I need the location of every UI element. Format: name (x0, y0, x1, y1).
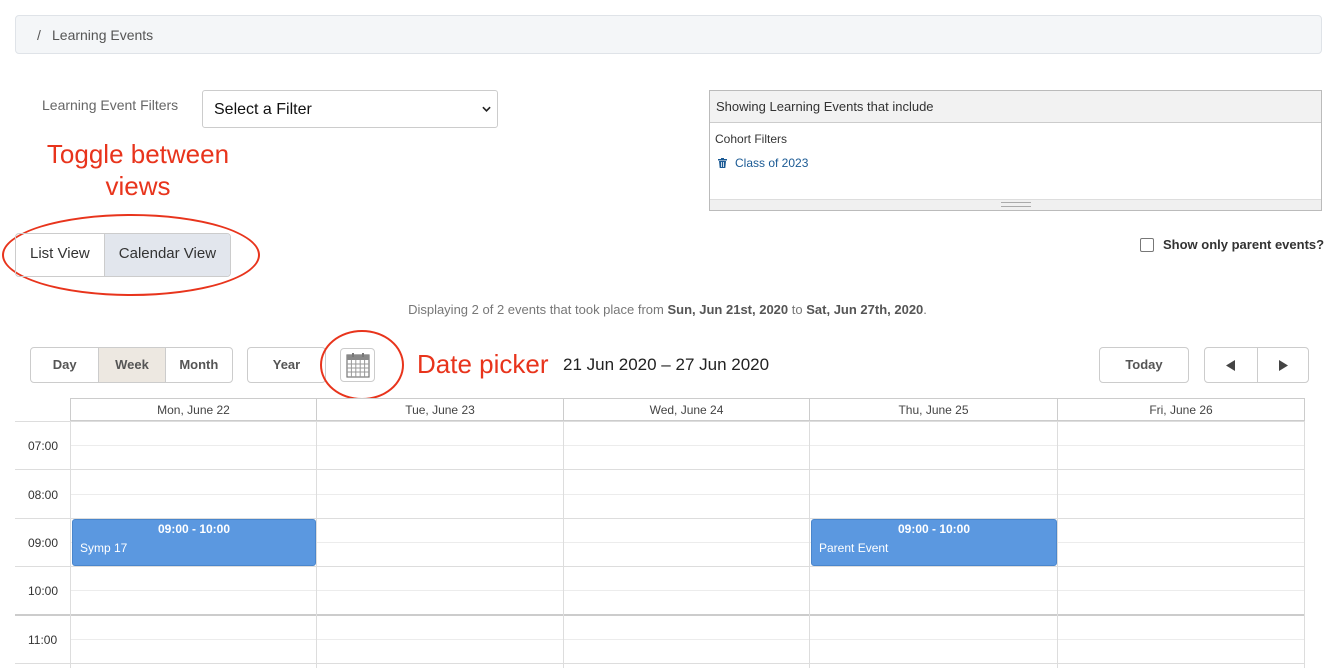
year-button[interactable]: Year (248, 348, 325, 382)
time-label: 11:00 (28, 633, 58, 647)
half-hour-line (71, 590, 1305, 591)
triangle-right-icon (1278, 359, 1288, 371)
cohort-filter-item[interactable]: Class of 2023 (718, 156, 808, 170)
triangle-left-icon (1225, 359, 1235, 371)
half-hour-line (71, 639, 1305, 640)
event-time: 09:00 - 10:00 (157, 522, 231, 536)
hour-line (15, 566, 1305, 567)
event-time: 09:00 - 10:00 (897, 522, 971, 536)
filter-label: Learning Event Filters (42, 97, 179, 113)
trash-icon[interactable] (718, 158, 727, 168)
hour-line (15, 421, 1305, 422)
annotation-toggle-line2: views (105, 171, 171, 201)
events-summary-start: Sun, Jun 21st, 2020 (667, 302, 789, 317)
calendar-event[interactable]: 09:00 - 10:00 Parent Event (811, 519, 1057, 566)
day-column-line (563, 421, 564, 668)
day-column-line (1057, 421, 1058, 668)
events-summary-end: Sat, Jun 27th, 2020 (806, 302, 924, 317)
events-summary-suffix: . (923, 302, 927, 317)
day-header: Wed, June 24 (563, 398, 810, 421)
hour-line (15, 614, 1305, 616)
annotation-toggle-views: Toggle between views (42, 138, 234, 202)
chevron-down-icon (482, 106, 491, 112)
events-summary-prefix: Displaying 2 of 2 events that took place… (408, 302, 668, 317)
time-label: 07:00 (28, 439, 59, 453)
year-toggle: Year (247, 347, 326, 383)
event-title: Parent Event (819, 541, 889, 555)
checkbox-box[interactable] (1140, 237, 1154, 252)
range-toggle: Day Week Month (30, 347, 233, 383)
next-button[interactable] (1258, 348, 1309, 382)
cohort-filter-item-label[interactable]: Class of 2023 (735, 156, 808, 170)
calendar-event[interactable]: 09:00 - 10:00 Symp 17 (72, 519, 316, 566)
filter-select[interactable]: Select a Filter (202, 90, 498, 128)
day-header: Fri, June 26 (1057, 398, 1305, 421)
day-header: Thu, June 25 (809, 398, 1058, 421)
grip-icon (1000, 202, 1031, 207)
resize-handle[interactable] (710, 199, 1321, 210)
parent-only-label: Show only parent events? (1163, 237, 1325, 252)
calendar-view-button[interactable]: Calendar View (104, 234, 231, 276)
hour-line (15, 663, 1305, 664)
half-hour-line (71, 445, 1305, 446)
annotation-date-picker: Date picker (417, 349, 549, 379)
hour-line (15, 469, 1305, 470)
day-column-line (1304, 421, 1305, 668)
events-summary: Displaying 2 of 2 events that took place… (0, 302, 1335, 317)
active-filters-header: Showing Learning Events that include (710, 91, 1321, 123)
day-header: Tue, June 23 (316, 398, 564, 421)
calendar-week-grid: Mon, June 22 Tue, June 23 Wed, June 24 T… (15, 398, 1324, 668)
today-button[interactable]: Today (1100, 348, 1188, 382)
time-label: 09:00 (28, 536, 59, 550)
day-column-line (809, 421, 810, 668)
breadcrumb-separator: / (37, 27, 41, 43)
event-title: Symp 17 (80, 541, 128, 555)
time-label: 10:00 (28, 584, 59, 598)
time-label: 08:00 (28, 488, 59, 502)
day-column-line (70, 421, 71, 668)
active-filters-panel: Showing Learning Events that include Coh… (709, 90, 1322, 211)
date-range-title: 21 Jun 2020 – 27 Jun 2020 (563, 355, 770, 374)
week-button[interactable]: Week (99, 348, 166, 382)
day-button[interactable]: Day (31, 348, 100, 382)
breadcrumb: / Learning Events (15, 15, 1322, 54)
half-hour-line (71, 494, 1305, 495)
events-summary-mid: to (788, 302, 807, 317)
list-view-button[interactable]: List View (16, 234, 105, 276)
view-toggle: List View Calendar View (15, 233, 232, 277)
prev-next-group (1204, 347, 1309, 383)
prev-button[interactable] (1205, 348, 1258, 382)
today-group: Today (1099, 347, 1189, 383)
day-column-line (316, 421, 317, 668)
breadcrumb-current[interactable]: Learning Events (52, 27, 153, 43)
day-header: Mon, June 22 (70, 398, 317, 421)
month-button[interactable]: Month (166, 348, 232, 382)
parent-only-checkbox[interactable]: Show only parent events? (1140, 237, 1324, 252)
annotation-toggle-line1: Toggle between (46, 139, 230, 169)
annotation-ellipse-date-picker (320, 330, 404, 400)
filter-select-value: Select a Filter (214, 101, 312, 118)
cohort-filters-label: Cohort Filters (715, 132, 788, 146)
